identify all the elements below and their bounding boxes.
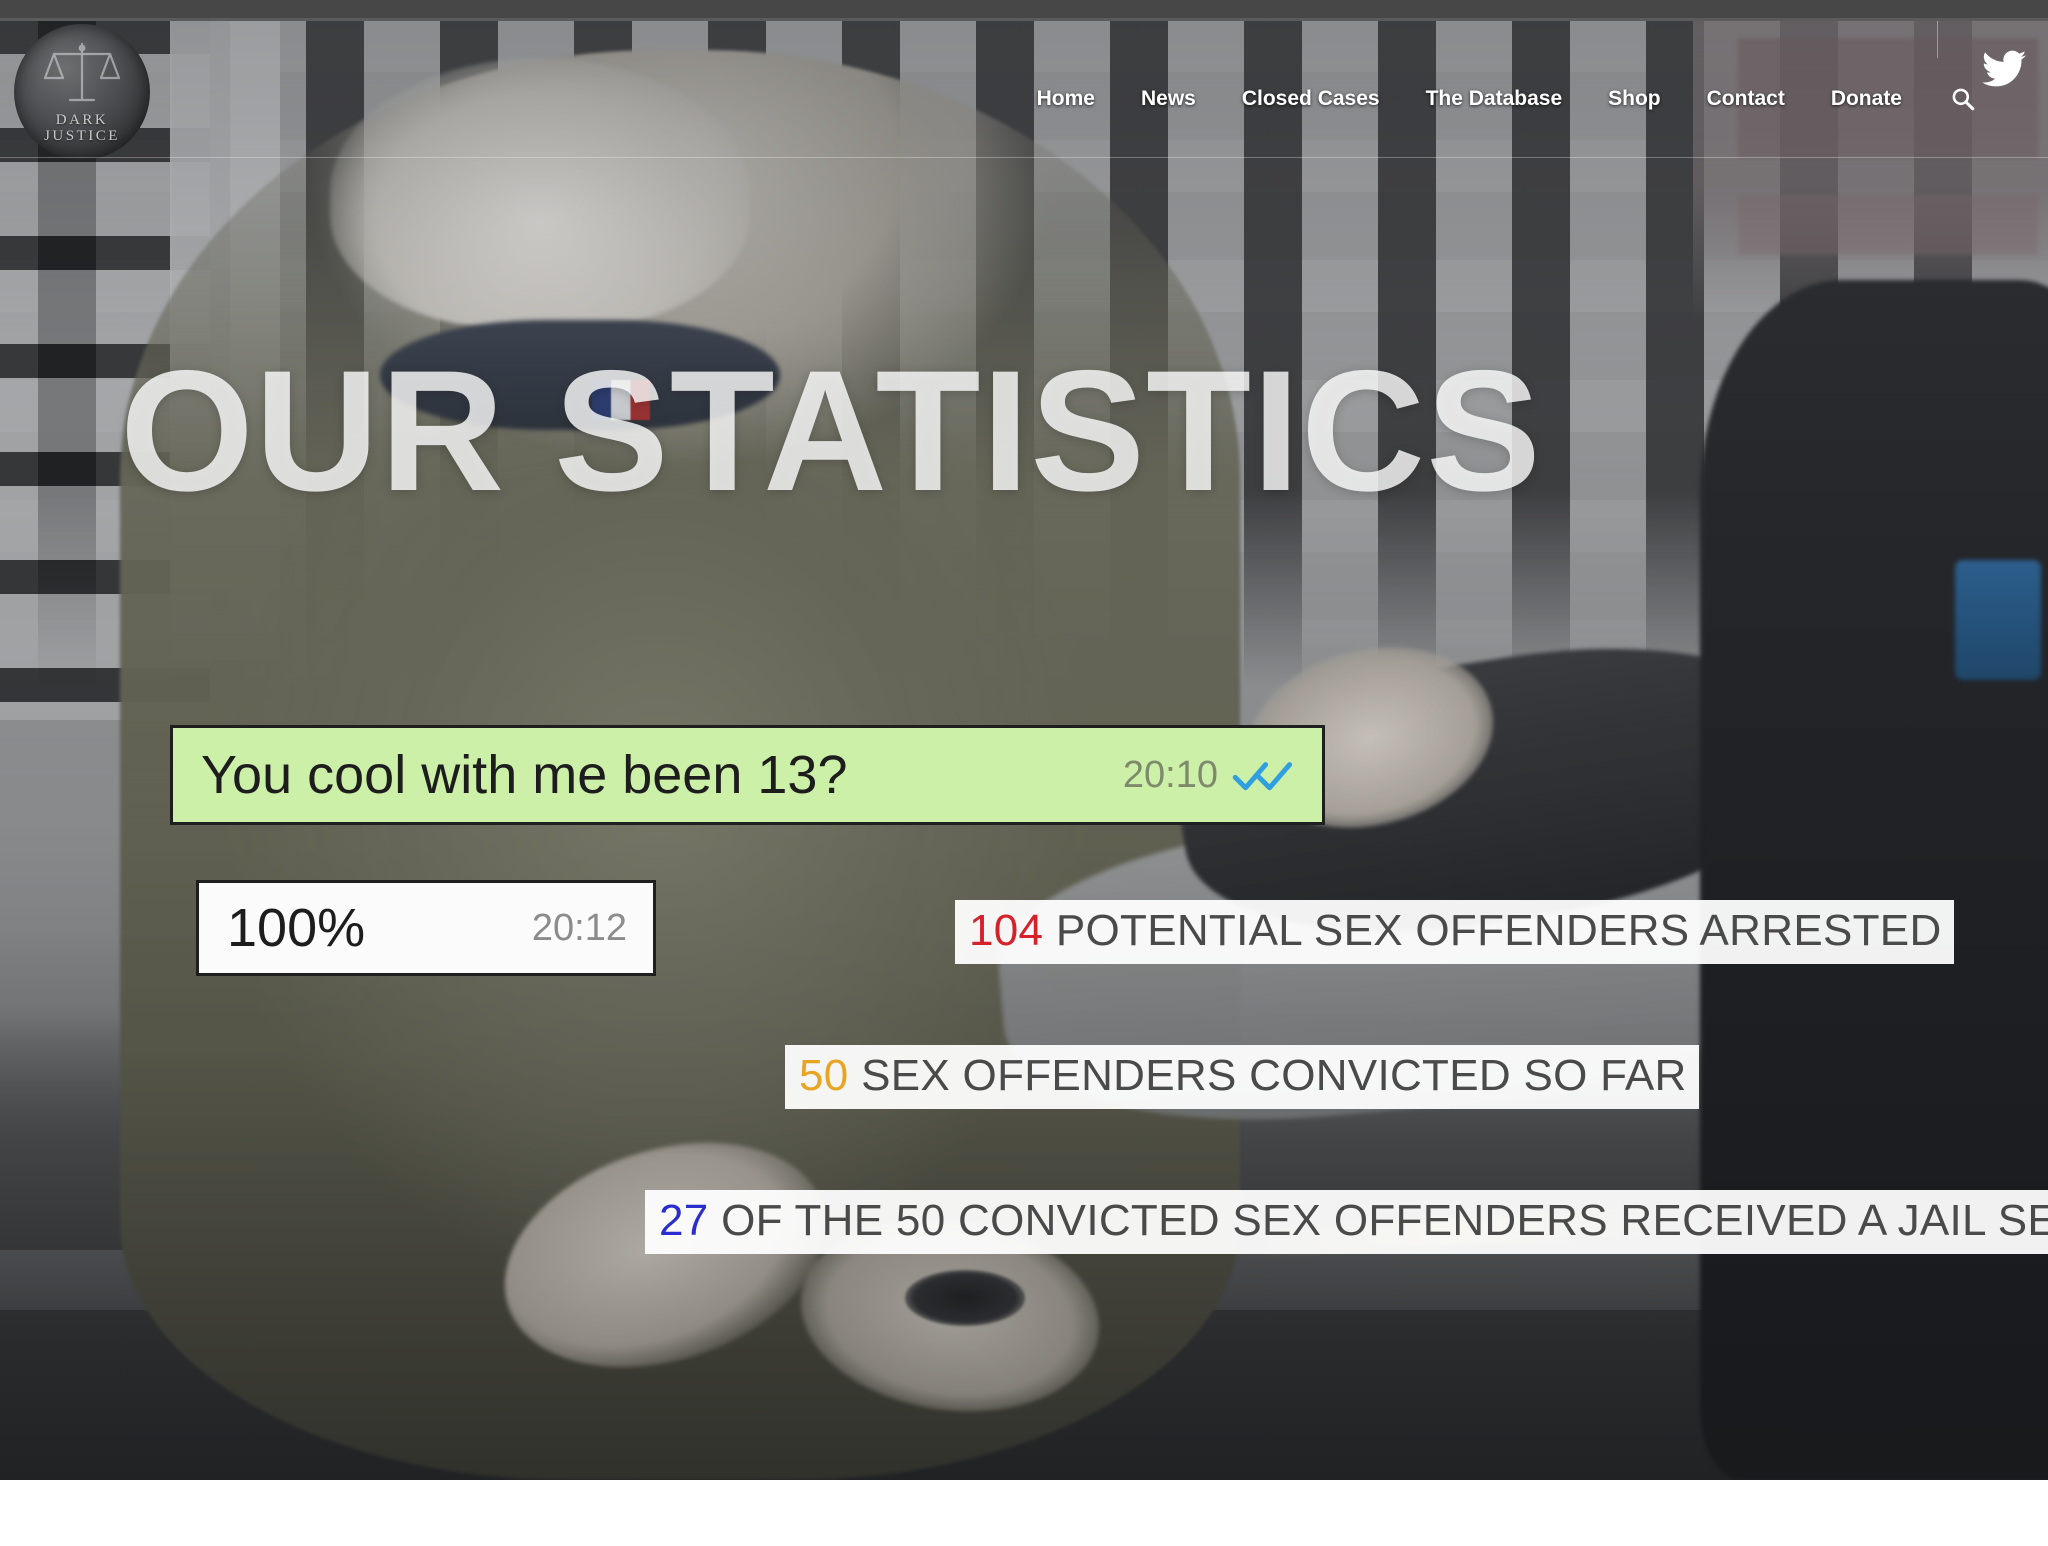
twitter-icon [1982,50,2026,87]
statistic-convicted: 50 SEX OFFENDERS CONVICTED SO FAR [785,1045,1699,1109]
nav-item-shop[interactable]: Shop [1608,87,1661,111]
chat-message-text: 100% [227,898,366,958]
chat-message-time: 20:10 [1122,753,1218,796]
statistic-label: OF THE 50 CONVICTED SEX OFFENDERS RECEIV… [721,1196,2048,1245]
page-title: OUR STATISTICS [120,335,1542,527]
nav-item-news[interactable]: News [1141,87,1196,111]
nav-item-closed-cases[interactable]: Closed Cases [1242,87,1380,111]
browser-top-strip [0,0,2048,20]
nav-item-the-database[interactable]: The Database [1426,87,1563,111]
site-footer [0,1480,2048,1546]
read-receipt-icon [1232,757,1296,793]
site-header: DARK JUSTICE Home News Closed Cases The … [0,0,2048,160]
statistic-number: 27 [659,1196,722,1245]
site-logo-line2: JUSTICE [44,127,120,144]
chat-message-text: You cool with me been 13? [201,745,848,805]
statistic-label: POTENTIAL SEX OFFENDERS ARRESTED [1055,906,1942,955]
main-navigation: Home News Closed Cases The Database Shop… [0,76,2048,122]
page-root: DARK JUSTICE Home News Closed Cases The … [0,0,2048,1546]
chat-bubble-incoming: You cool with me been 13? 20:10 [170,725,1325,825]
statistic-number: 50 [799,1051,862,1100]
nav-item-donate[interactable]: Donate [1831,87,1902,111]
search-button[interactable] [1950,86,1976,112]
nav-item-contact[interactable]: Contact [1707,87,1785,111]
statistic-label: SEX OFFENDERS CONVICTED SO FAR [861,1051,1687,1100]
twitter-link[interactable] [1982,50,2026,93]
nav-item-home[interactable]: Home [1037,87,1095,111]
browser-top-strip-edge [0,18,2048,21]
statistic-jailed: 27 OF THE 50 CONVICTED SEX OFFENDERS REC… [645,1190,2048,1254]
chat-message-time: 20:12 [531,906,627,949]
header-bottom-rule [0,157,2048,158]
chat-bubble-outgoing: 100% 20:12 [196,880,656,976]
statistic-number: 104 [969,906,1056,955]
statistic-arrested: 104 POTENTIAL SEX OFFENDERS ARRESTED [955,900,1954,964]
search-icon [1952,88,1975,111]
